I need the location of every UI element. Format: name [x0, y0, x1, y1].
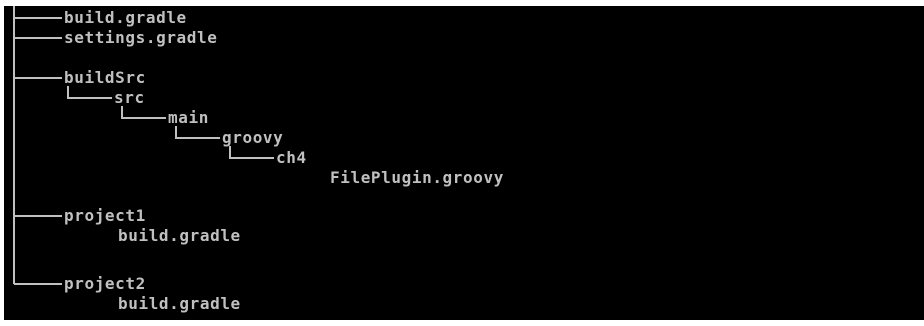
- tree-entry-settings-gradle: settings.gradle: [64, 28, 218, 47]
- tree-entry-ch4: ch4: [276, 148, 307, 167]
- tree-entry-groovy: groovy: [222, 128, 284, 147]
- tree-entry-main: main: [168, 108, 209, 127]
- tree-entry-fileplugin-groovy: FilePlugin.groovy: [330, 168, 504, 187]
- console-window: build.gradle settings.gradle buildSrc sr…: [4, 6, 924, 320]
- tree-entry-project1-build-gradle: build.gradle: [118, 226, 241, 245]
- tree-entry-project2: project2: [64, 274, 146, 293]
- tree-connector-lines: [13, 6, 274, 285]
- tree-entry-project2-build-gradle: build.gradle: [118, 294, 241, 313]
- window-bottom-edge: [0, 320, 924, 326]
- tree-entry-project1: project1: [64, 206, 146, 225]
- tree-entry-build-gradle: build.gradle: [64, 8, 187, 27]
- tree-entry-buildsrc: buildSrc: [64, 68, 146, 87]
- tree-entry-src: src: [114, 88, 145, 107]
